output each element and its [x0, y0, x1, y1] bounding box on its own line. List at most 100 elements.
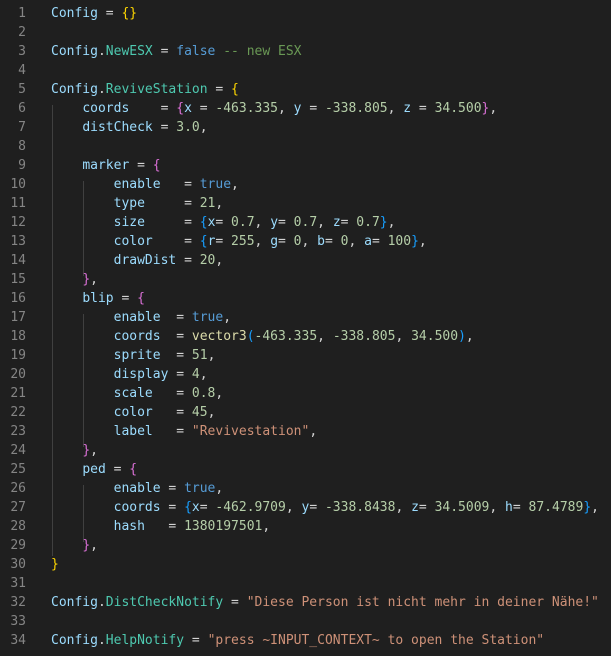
code-line[interactable]: 4: [0, 61, 611, 80]
token-var: coords: [113, 329, 161, 344]
token-op: [51, 120, 82, 135]
token-var: enable: [113, 177, 161, 192]
token-b3: }: [411, 234, 419, 249]
token-var: b: [317, 234, 325, 249]
token-op: [51, 234, 114, 249]
token-num: 1380197501: [184, 519, 263, 534]
code-line[interactable]: 23 label = "Revivestation",: [0, 422, 611, 441]
token-var: distCheck: [82, 120, 153, 135]
token-op: =: [97, 6, 122, 21]
token-op: ,: [207, 348, 216, 363]
code-line[interactable]: 34 Config.HelpNotify = "press ~INPUT_CONT…: [0, 631, 611, 650]
code-text: distCheck = 3.0,: [51, 118, 208, 137]
token-op: =: [301, 101, 325, 116]
line-number: 25: [10, 462, 26, 477]
token-op: ,: [254, 234, 271, 249]
code-line[interactable]: 29 },: [0, 536, 611, 555]
code-line[interactable]: 17 enable = true,: [0, 308, 611, 327]
line-number: 26: [10, 481, 26, 496]
token-var: z: [403, 101, 412, 116]
token-var: scale: [113, 386, 153, 401]
line-number: 22: [10, 405, 26, 420]
token-op: ,: [199, 120, 208, 135]
token-num: 0.8: [191, 386, 216, 401]
code-text: scale = 0.8,: [51, 384, 224, 403]
code-line[interactable]: 28 hash = 1380197501,: [0, 517, 611, 536]
code-line[interactable]: 32 Config.DistCheckNotify = "Diese Person…: [0, 593, 611, 612]
token-op: =: [160, 348, 192, 363]
code-line[interactable]: 25 ped = {: [0, 460, 611, 479]
code-line[interactable]: 18 coords = vector3(-463.335, -338.805, …: [0, 327, 611, 346]
token-var: Config: [51, 633, 98, 648]
code-line[interactable]: 21 scale = 0.8,: [0, 384, 611, 403]
code-line[interactable]: 13 color = {r= 255, g= 0, b= 0, a= 100},: [0, 232, 611, 251]
token-op: =: [129, 101, 177, 116]
token-kw: true: [184, 481, 216, 496]
token-op: [51, 253, 114, 268]
code-editor[interactable]: 1 Config = {} 2 3 Config.NewESX = false -- n…: [0, 0, 611, 656]
code-line[interactable]: 15 },: [0, 270, 611, 289]
code-line[interactable]: 26 enable = true,: [0, 479, 611, 498]
token-var: x: [184, 101, 192, 116]
code-line[interactable]: 30}: [0, 555, 611, 574]
token-num: -338.8438: [324, 500, 396, 515]
token-var: color: [113, 234, 153, 249]
token-op: =: [199, 500, 216, 515]
code-line[interactable]: 14 drawDist = 20,: [0, 251, 611, 270]
code-line[interactable]: 10 enable = true,: [0, 175, 611, 194]
token-op: =: [215, 234, 232, 249]
token-op: =: [512, 500, 529, 515]
token-op: ,: [262, 519, 271, 534]
token-str: "Revivestation": [191, 424, 310, 439]
token-var: sprite: [113, 348, 161, 363]
code-line[interactable]: 16 blip = {: [0, 289, 611, 308]
token-b2: {: [176, 101, 185, 116]
token-var: g: [270, 234, 279, 249]
code-line[interactable]: 31: [0, 574, 611, 593]
token-num: 0: [293, 234, 302, 249]
token-op: [51, 158, 82, 173]
token-var: ped: [82, 462, 106, 477]
token-op: =: [160, 481, 185, 496]
token-op: ,: [395, 500, 412, 515]
token-op: [51, 329, 114, 344]
code-line[interactable]: 27 coords = {x= -462.9709, y= -338.8438,…: [0, 498, 611, 517]
code-line[interactable]: 2: [0, 23, 611, 42]
code-line[interactable]: 24 },: [0, 441, 611, 460]
token-op: ,: [387, 101, 404, 116]
code-line[interactable]: 6 coords = {x = -463.335, y = -338.805, …: [0, 99, 611, 118]
line-number: 30: [10, 557, 26, 572]
code-line[interactable]: 7 distCheck = 3.0,: [0, 118, 611, 137]
code-line[interactable]: 1 Config = {}: [0, 4, 611, 23]
token-b1: {: [231, 82, 239, 97]
line-number: 11: [10, 196, 26, 211]
code-line[interactable]: 11 type = 21,: [0, 194, 611, 213]
code-line[interactable]: 20 display = 4,: [0, 365, 611, 384]
code-line[interactable]: 5 Config.ReviveStation = {: [0, 80, 611, 99]
token-b2: }: [82, 272, 91, 287]
code-line[interactable]: 3 Config.NewESX = false -- new ESX: [0, 42, 611, 61]
code-line[interactable]: 22 color = 45,: [0, 403, 611, 422]
token-op: =: [411, 101, 435, 116]
token-op: =: [207, 82, 232, 97]
token-op: ,: [348, 234, 365, 249]
token-op: [51, 272, 82, 287]
code-line[interactable]: 8: [0, 137, 611, 156]
code-line[interactable]: 9 marker = {: [0, 156, 611, 175]
token-op: [51, 101, 82, 116]
code-line[interactable]: 12 size = {x= 0.7, y= 0.7, z= 0.7},: [0, 213, 611, 232]
code-line[interactable]: 33: [0, 612, 611, 631]
token-var: h: [505, 500, 513, 515]
token-op: ,: [90, 538, 98, 553]
token-num: -338.805: [324, 101, 388, 116]
line-number: 20: [10, 367, 26, 382]
code-line[interactable]: 19 sprite = 51,: [0, 346, 611, 365]
token-op: [51, 519, 114, 534]
token-op: =: [152, 424, 192, 439]
line-number: 14: [10, 253, 26, 268]
line-number: 5: [18, 82, 26, 97]
token-op: [51, 291, 82, 306]
token-op: =: [168, 367, 192, 382]
line-number: 3: [18, 44, 26, 59]
token-op: [51, 500, 114, 515]
